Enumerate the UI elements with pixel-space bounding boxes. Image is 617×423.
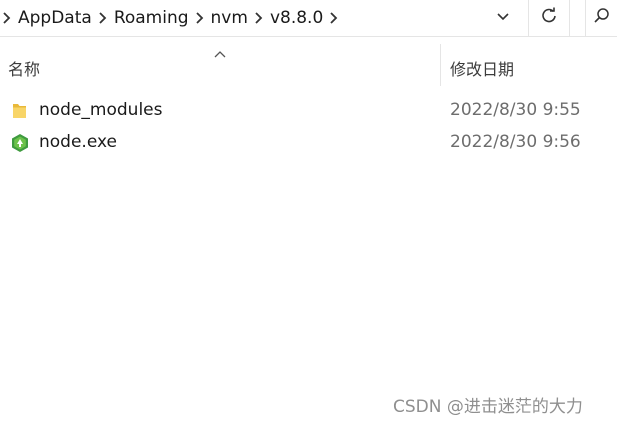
watermark-text: CSDN @进击迷茫的大力 xyxy=(393,397,583,417)
chevron-right-icon[interactable] xyxy=(96,11,110,25)
chevron-right-icon[interactable] xyxy=(193,11,207,25)
file-date-modified: 2022/8/30 9:55 xyxy=(450,100,581,120)
column-name-label: 名称 xyxy=(8,60,41,79)
sort-ascending-icon xyxy=(213,44,227,63)
breadcrumb-item-appdata[interactable]: AppData xyxy=(14,1,96,35)
column-header-name[interactable]: 名称 xyxy=(0,44,440,90)
file-explorer-window: AppData Roaming nvm v8.8.0 名称 修改日期 node_… xyxy=(0,0,617,423)
file-name: node.exe xyxy=(39,132,117,152)
nodejs-icon xyxy=(10,133,30,153)
file-name: node_modules xyxy=(39,100,163,120)
breadcrumb: AppData Roaming nvm v8.8.0 xyxy=(0,0,341,36)
search-icon xyxy=(593,7,611,29)
address-history-dropdown-button[interactable] xyxy=(486,0,520,36)
column-header-date-modified[interactable]: 修改日期 xyxy=(441,44,617,90)
chevron-right-icon[interactable] xyxy=(327,11,341,25)
column-date-label: 修改日期 xyxy=(450,60,515,79)
column-header: 名称 修改日期 xyxy=(0,44,617,90)
chevron-right-icon[interactable] xyxy=(252,11,266,25)
breadcrumb-item-version[interactable]: v8.8.0 xyxy=(266,1,327,35)
breadcrumb-item-roaming[interactable]: Roaming xyxy=(110,1,193,35)
chevron-down-icon xyxy=(495,8,511,28)
file-row[interactable]: node.exe 2022/8/30 9:56 xyxy=(0,127,617,158)
refresh-icon xyxy=(539,6,559,30)
search-box[interactable] xyxy=(585,0,617,36)
folder-icon xyxy=(10,101,30,121)
breadcrumb-item-nvm[interactable]: nvm xyxy=(207,1,252,35)
address-bar[interactable]: AppData Roaming nvm v8.8.0 xyxy=(0,0,617,37)
chevron-right-icon[interactable] xyxy=(0,11,14,25)
refresh-button[interactable] xyxy=(528,0,570,36)
file-date-modified: 2022/8/30 9:56 xyxy=(450,132,581,152)
file-row[interactable]: node_modules 2022/8/30 9:55 xyxy=(0,95,617,126)
